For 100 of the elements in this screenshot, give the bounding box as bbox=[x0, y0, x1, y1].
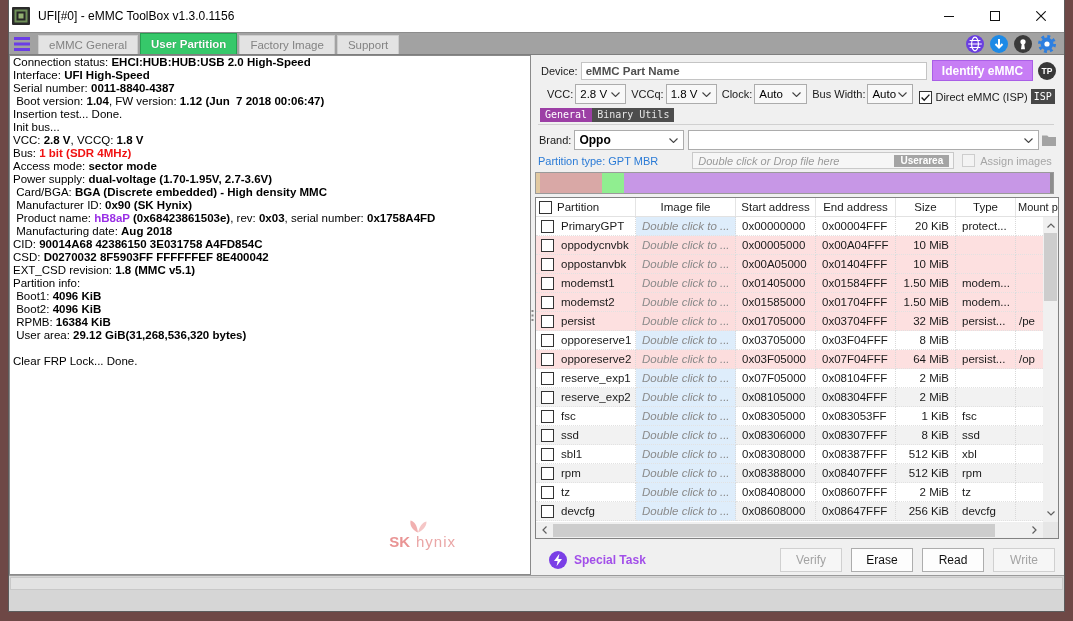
log-line: Boot version: 1.04, FW version: 1.12 (Jun 7 2018 00:06:47) bbox=[15, 95, 325, 108]
tp-button[interactable]: TP bbox=[1038, 61, 1056, 80]
checkbox[interactable] bbox=[541, 409, 554, 423]
action-button[interactable]: Read bbox=[922, 547, 984, 572]
table-row[interactable]: oppodycnvbk Double click to ... 0x00005000 0x00A04FFF 10 MiB bbox=[536, 236, 1043, 255]
caret-icon[interactable] bbox=[1024, 137, 1033, 143]
checkbox[interactable] bbox=[541, 504, 554, 518]
table-cell: devcfg bbox=[956, 502, 1016, 521]
table-cell: reserve_exp2 bbox=[561, 391, 631, 403]
chevron-up-icon[interactable] bbox=[1046, 223, 1055, 228]
download-icon[interactable] bbox=[990, 34, 1008, 53]
window-title: UFI[#0] - eMMC ToolBox v1.3.0.1156 bbox=[38, 9, 235, 23]
close-icon[interactable] bbox=[1036, 11, 1046, 21]
table-row[interactable]: sbl1 Double click to ... 0x08308000 0x08387FFF 512 KiB xbl bbox=[536, 445, 1043, 464]
dropdown[interactable]: Oppo bbox=[574, 130, 685, 150]
table-row[interactable]: oppostanvbk Double click to ... 0x00A05000 0x01404FFF 10 MiB bbox=[536, 255, 1043, 274]
checkbox-label: Direct eMMC (ISP) bbox=[935, 91, 1028, 104]
column-header[interactable]: Start address bbox=[736, 198, 816, 216]
column-header[interactable]: Partition bbox=[557, 201, 600, 213]
table-cell: sbl1 bbox=[561, 448, 583, 460]
table-cell: devcfg bbox=[561, 505, 595, 517]
column-header[interactable]: Image file bbox=[636, 198, 736, 216]
table-row[interactable]: opporeserve2 Double click to ... 0x03F05000 0x07F04FFF 64 MiB persist... /op bbox=[536, 350, 1043, 369]
table-row[interactable]: PrimaryGPT Double click to ... 0x00000000 0x00004FFF 20 KiB protect... bbox=[536, 217, 1043, 236]
column-header[interactable]: Type bbox=[956, 198, 1016, 216]
table-row[interactable]: opporeserve1 Double click to ... 0x03705000 0x03F04FFF 8 MiB bbox=[536, 331, 1043, 350]
chevron-down-icon[interactable] bbox=[1046, 511, 1055, 516]
checkbox[interactable] bbox=[541, 371, 554, 385]
dropdown[interactable]: 2.8 V bbox=[575, 84, 627, 104]
keyhole-icon[interactable] bbox=[1014, 34, 1032, 53]
caret-icon[interactable] bbox=[898, 91, 908, 97]
area-badge: Userarea bbox=[894, 154, 950, 167]
table-row[interactable]: reserve_exp1 Double click to ... 0x07F05000 0x08104FFF 2 MiB bbox=[536, 369, 1043, 388]
checkbox[interactable] bbox=[541, 428, 554, 442]
checkbox-label: Assign images bbox=[980, 154, 1052, 167]
table-row[interactable]: devcfg Double click to ... 0x08608000 0x08647FFF 256 KiB devcfg bbox=[536, 502, 1043, 521]
field-label: VCC: bbox=[547, 88, 574, 100]
checkbox[interactable] bbox=[541, 295, 554, 309]
table-row[interactable]: rpm Double click to ... 0x08388000 0x08407FFF 512 KiB rpm bbox=[536, 464, 1043, 483]
log-line: Interface: UFI High-Speed bbox=[13, 69, 150, 82]
horizontal-scrollbar[interactable] bbox=[536, 522, 1043, 538]
log-line: Power supply: dual-voltage (1.70-1.95V, 2.7-3.6V) bbox=[13, 173, 273, 186]
maximize-icon[interactable] bbox=[990, 11, 1000, 21]
table-cell: tz bbox=[561, 486, 570, 498]
table-row[interactable]: modemst2 Double click to ... 0x01585000 0x01704FFF 1.50 MiB modem... bbox=[536, 293, 1043, 312]
checkbox[interactable] bbox=[541, 466, 554, 480]
caret-icon[interactable] bbox=[701, 91, 711, 97]
checkbox[interactable] bbox=[541, 257, 554, 271]
table-cell: persist bbox=[561, 315, 595, 327]
table-cell: fsc bbox=[561, 410, 576, 422]
table-cell: oppodycnvbk bbox=[561, 239, 629, 251]
caret-icon[interactable] bbox=[611, 91, 621, 97]
tab[interactable]: General bbox=[540, 108, 593, 122]
action-button[interactable]: Erase bbox=[851, 547, 913, 572]
table-row[interactable]: ssd Double click to ... 0x08306000 0x08307FFF 8 KiB ssd bbox=[536, 426, 1043, 445]
checkbox[interactable] bbox=[541, 485, 554, 499]
checkbox[interactable] bbox=[541, 238, 554, 252]
device-name-field[interactable]: eMMC Part Name bbox=[580, 61, 927, 80]
table-row[interactable]: persist Double click to ... 0x01705000 0x03704FFF 32 MiB persist... /pe bbox=[536, 312, 1043, 331]
checkbox[interactable] bbox=[539, 200, 552, 214]
field-label: Bus Width: bbox=[812, 88, 866, 100]
table-cell: rpm bbox=[561, 467, 581, 479]
table-row[interactable]: fsc Double click to ... 0x08305000 0x083053FF 1 KiB fsc bbox=[536, 407, 1043, 426]
caret-icon[interactable] bbox=[792, 91, 802, 97]
checkbox[interactable] bbox=[541, 333, 554, 347]
vertical-scrollbar[interactable] bbox=[1043, 217, 1058, 522]
checkbox[interactable] bbox=[919, 91, 933, 104]
caret-icon[interactable] bbox=[669, 137, 679, 143]
checkbox[interactable] bbox=[541, 219, 554, 233]
log-line: Clear FRP Lock... Done. bbox=[13, 355, 138, 368]
column-header[interactable]: End address bbox=[816, 198, 896, 216]
scrollbar-thumb[interactable] bbox=[553, 523, 995, 537]
table-row[interactable]: tz Double click to ... 0x08408000 0x08607FFF 2 MiB tz bbox=[536, 483, 1043, 502]
minimize-icon[interactable] bbox=[944, 15, 954, 17]
special-task-link[interactable]: Special Task bbox=[549, 550, 646, 569]
log-line: Init bus... bbox=[13, 121, 60, 134]
tab[interactable]: Binary Utils bbox=[592, 108, 675, 122]
log-line: Serial number: 0011-8840-4387 bbox=[13, 82, 175, 95]
checkbox[interactable] bbox=[541, 390, 554, 404]
globe-icon[interactable] bbox=[966, 34, 984, 53]
butterfly-icon bbox=[409, 520, 428, 533]
grip-icon[interactable] bbox=[531, 309, 534, 321]
column-header[interactable]: Mount p bbox=[1016, 198, 1058, 216]
table-cell: modemst1 bbox=[561, 277, 615, 289]
column-header[interactable]: Size bbox=[896, 198, 956, 216]
table-row[interactable]: reserve_exp2 Double click to ... 0x08105000 0x08304FFF 2 MiB bbox=[536, 388, 1043, 407]
chevron-left-icon[interactable] bbox=[542, 526, 547, 534]
scrollbar-thumb[interactable] bbox=[1044, 233, 1057, 301]
log-line: User area: 29.12 GiB(31,268,536,320 bytes) bbox=[15, 329, 247, 342]
checkbox[interactable] bbox=[541, 276, 554, 290]
checkbox[interactable] bbox=[541, 314, 554, 328]
dropdown[interactable]: Auto bbox=[867, 84, 914, 104]
dropdown[interactable]: Auto bbox=[754, 84, 808, 104]
checkbox[interactable] bbox=[541, 447, 554, 461]
log-line: Partition info: bbox=[13, 277, 81, 290]
dropdown[interactable]: 1.8 V bbox=[665, 84, 717, 104]
table-row[interactable]: modemst1 Double click to ... 0x01405000 0x01584FFF 1.50 MiB modem... bbox=[536, 274, 1043, 293]
chevron-right-icon[interactable] bbox=[1032, 526, 1037, 534]
settings-icon[interactable] bbox=[1038, 34, 1056, 53]
checkbox[interactable] bbox=[541, 352, 554, 366]
